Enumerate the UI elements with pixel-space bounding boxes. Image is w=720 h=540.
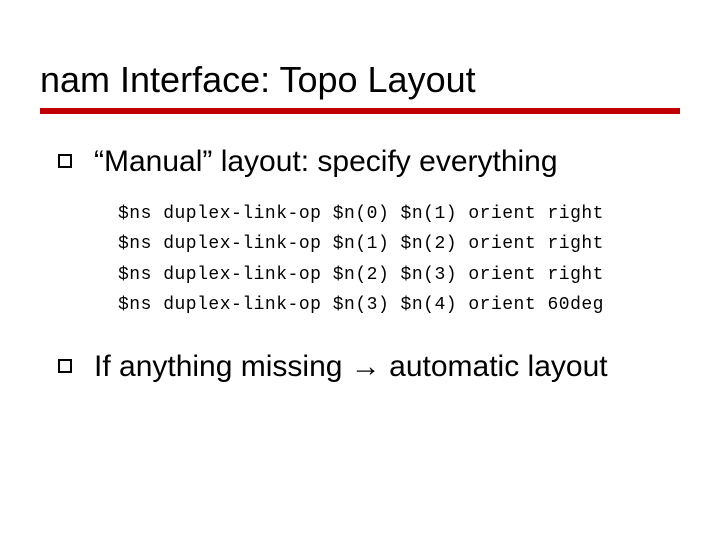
bullet-2-pre: If anything missing — [94, 350, 351, 383]
arrow-icon: → — [351, 350, 381, 383]
code-line-3: $ns duplex-link-op $n(2) $n(3) orient ri… — [118, 265, 604, 285]
code-line-2: $ns duplex-link-op $n(1) $n(2) orient ri… — [118, 234, 604, 254]
bullet-text-2: If anything missing → automatic layout — [94, 347, 608, 386]
title-underline — [40, 108, 680, 114]
code-block: $ns duplex-link-op $n(0) $n(1) orient ri… — [118, 199, 680, 321]
code-line-1: $ns duplex-link-op $n(0) $n(1) orient ri… — [118, 204, 604, 224]
bullet-item-1: “Manual” layout: specify everything — [40, 142, 680, 181]
slide-title: nam Interface: Topo Layout — [40, 60, 680, 100]
square-bullet-icon — [58, 154, 72, 168]
slide: nam Interface: Topo Layout “Manual” layo… — [0, 0, 720, 540]
bullet-item-2: If anything missing → automatic layout — [40, 347, 680, 386]
square-bullet-icon — [58, 359, 72, 373]
bullet-2-post: automatic layout — [381, 350, 608, 383]
bullet-text-1: “Manual” layout: specify everything — [94, 142, 558, 181]
code-line-4: $ns duplex-link-op $n(3) $n(4) orient 60… — [118, 295, 604, 315]
